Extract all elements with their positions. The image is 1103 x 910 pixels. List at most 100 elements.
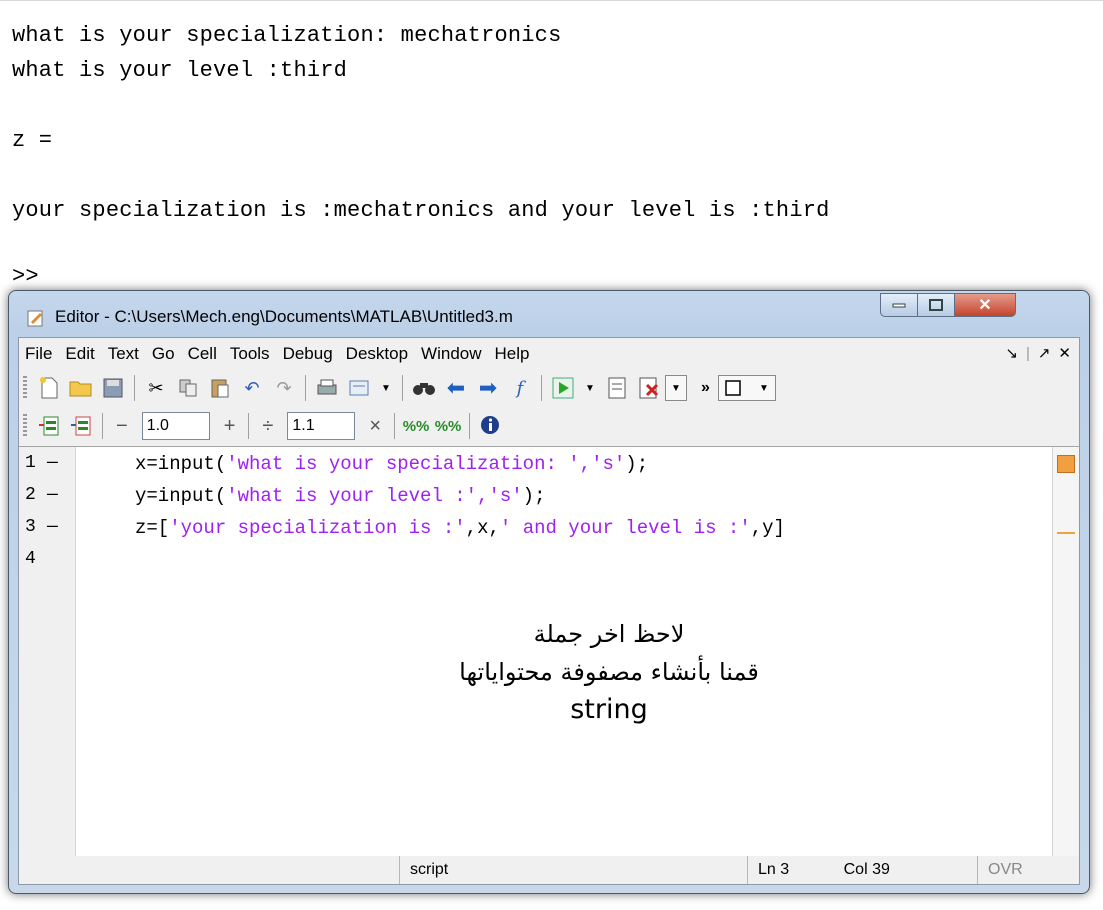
ln-value: 3 [780, 861, 790, 878]
paste-icon[interactable] [208, 376, 232, 400]
open-folder-icon[interactable] [69, 376, 93, 400]
new-file-icon[interactable] [37, 376, 61, 400]
menu-help[interactable]: Help [495, 344, 530, 364]
forward-arrow-icon[interactable]: ➡ [476, 375, 500, 400]
comment-percent-icon[interactable]: %% [403, 414, 430, 438]
decrement-value-field[interactable]: 1.0 [141, 412, 210, 440]
minimize-icon [892, 303, 906, 308]
menu-bar: File Edit Text Go Cell Tools Debug Deskt… [19, 338, 1079, 370]
copy-icon[interactable] [176, 376, 200, 400]
code-line[interactable]: y=input('what is your level :','s'); [135, 485, 545, 507]
menu-edit[interactable]: Edit [65, 344, 94, 364]
line-number: 3 [25, 517, 36, 537]
separator [305, 375, 306, 401]
chevron-down-icon: ▼ [759, 382, 769, 394]
menu-debug[interactable]: Debug [283, 344, 333, 364]
insert-cell-icon[interactable] [37, 414, 61, 438]
code-editor[interactable]: 1 — 2 — 3 — 4 x=input('what is your spec… [19, 446, 1079, 858]
line-number: 2 [25, 485, 36, 505]
multiply-button[interactable]: × [369, 415, 381, 438]
insert-cell-below-icon[interactable] [69, 414, 93, 438]
overwrite-status: OVR [977, 856, 1047, 884]
code-line[interactable]: z=['your specialization is :',x,' and yo… [135, 517, 785, 539]
function-icon[interactable]: f [508, 376, 532, 400]
line-number-gutter: 1 — 2 — 3 — 4 [19, 447, 76, 857]
run-icon[interactable] [551, 376, 575, 400]
code-text: ,y] [750, 517, 785, 539]
separator [394, 413, 396, 439]
col-label: Col [843, 861, 868, 878]
divide-button[interactable]: ÷ [262, 415, 273, 438]
file-type-status: script [399, 856, 747, 884]
menu-window[interactable]: Window [421, 344, 481, 364]
warning-marker[interactable] [1057, 532, 1075, 534]
command-output-line: z = [12, 128, 53, 153]
cut-icon[interactable]: ✂ [144, 376, 168, 400]
separator [248, 413, 250, 439]
command-prompt[interactable]: >> [12, 264, 39, 289]
editor-titlebar[interactable]: Editor - C:\Users\Mech.eng\Documents\MAT… [9, 291, 1089, 335]
clear-breakpoints-icon[interactable] [637, 376, 661, 400]
code-text: ); [522, 485, 546, 507]
chevron-down-icon: ▼ [671, 382, 681, 394]
back-arrow-icon[interactable]: ⬅ [444, 375, 468, 400]
set-breakpoint-icon[interactable] [605, 376, 629, 400]
code-string: ' and your level is :' [499, 517, 751, 539]
code-string: 'what is your level :','s' [226, 485, 523, 507]
stack-select[interactable]: ▼ [717, 375, 776, 401]
breakpoint-marker[interactable]: — [47, 517, 58, 537]
toolbar-grip[interactable] [23, 376, 27, 400]
dock-icon[interactable]: ↘ [1005, 344, 1018, 362]
publish-icon[interactable] [347, 376, 371, 400]
code-string: 'what is your specialization: ','s' [226, 453, 626, 475]
status-bar: script Ln 3 Col 39 OVR [19, 856, 1079, 884]
undock-icon[interactable]: ↗ [1038, 344, 1051, 362]
main-toolbar: ✂ ↶ ↷ ▼ ⬅ ➡ f ▼ ▼ » ▼ [19, 370, 1079, 406]
decrement-button[interactable]: − [116, 415, 128, 438]
code-text: y=input( [135, 485, 227, 507]
line-number: 4 [25, 549, 36, 569]
chevron-down-icon[interactable]: ▼ [375, 375, 397, 401]
print-icon[interactable] [315, 376, 339, 400]
code-string: 'your specialization is :' [169, 517, 466, 539]
menu-go[interactable]: Go [152, 344, 175, 364]
menu-desktop[interactable]: Desktop [346, 344, 408, 364]
breakpoint-marker[interactable]: — [47, 485, 58, 505]
menu-text[interactable]: Text [108, 344, 139, 364]
stack-dropdown[interactable]: ▼ [665, 375, 687, 401]
breakpoint-marker[interactable]: — [47, 453, 58, 473]
menu-tools[interactable]: Tools [230, 344, 270, 364]
overflow-chevron-icon[interactable]: » [701, 379, 710, 397]
col-value: 39 [872, 861, 890, 878]
code-text: ,x, [465, 517, 500, 539]
increment-button[interactable]: + [224, 415, 236, 438]
warning-indicator-icon[interactable] [1057, 455, 1075, 473]
separator [469, 413, 471, 439]
chevron-down-icon[interactable]: ▼ [579, 375, 601, 401]
code-line[interactable]: x=input('what is your specialization: ',… [135, 453, 648, 475]
line-number: 1 [25, 453, 36, 473]
undo-icon[interactable]: ↶ [240, 376, 264, 400]
close-doc-icon[interactable]: ✕ [1058, 344, 1071, 362]
editor-window[interactable]: Editor - C:\Users\Mech.eng\Documents\MAT… [8, 290, 1090, 894]
divide-value-field[interactable]: 1.1 [287, 412, 356, 440]
separator [102, 413, 103, 439]
close-button[interactable]: ✕ [954, 293, 1016, 317]
maximize-button[interactable] [917, 293, 955, 317]
ln-label: Ln [758, 861, 776, 878]
toolbar-grip[interactable] [23, 414, 27, 438]
separator [134, 375, 135, 401]
uncomment-percent-icon[interactable]: %% [435, 414, 462, 438]
close-icon: ✕ [978, 297, 992, 314]
cell-toolbar: − 1.0 + ÷ 1.1 × %% %% [19, 408, 1079, 444]
menu-file[interactable]: File [25, 344, 52, 364]
code-text: x=input( [135, 453, 227, 475]
info-icon[interactable] [479, 414, 503, 438]
save-icon[interactable] [101, 376, 125, 400]
redo-icon[interactable]: ↷ [272, 376, 296, 400]
minimize-button[interactable] [880, 293, 918, 317]
menu-cell[interactable]: Cell [188, 344, 217, 364]
editor-file-icon [27, 310, 43, 327]
find-icon[interactable] [412, 376, 436, 400]
separator [402, 375, 403, 401]
